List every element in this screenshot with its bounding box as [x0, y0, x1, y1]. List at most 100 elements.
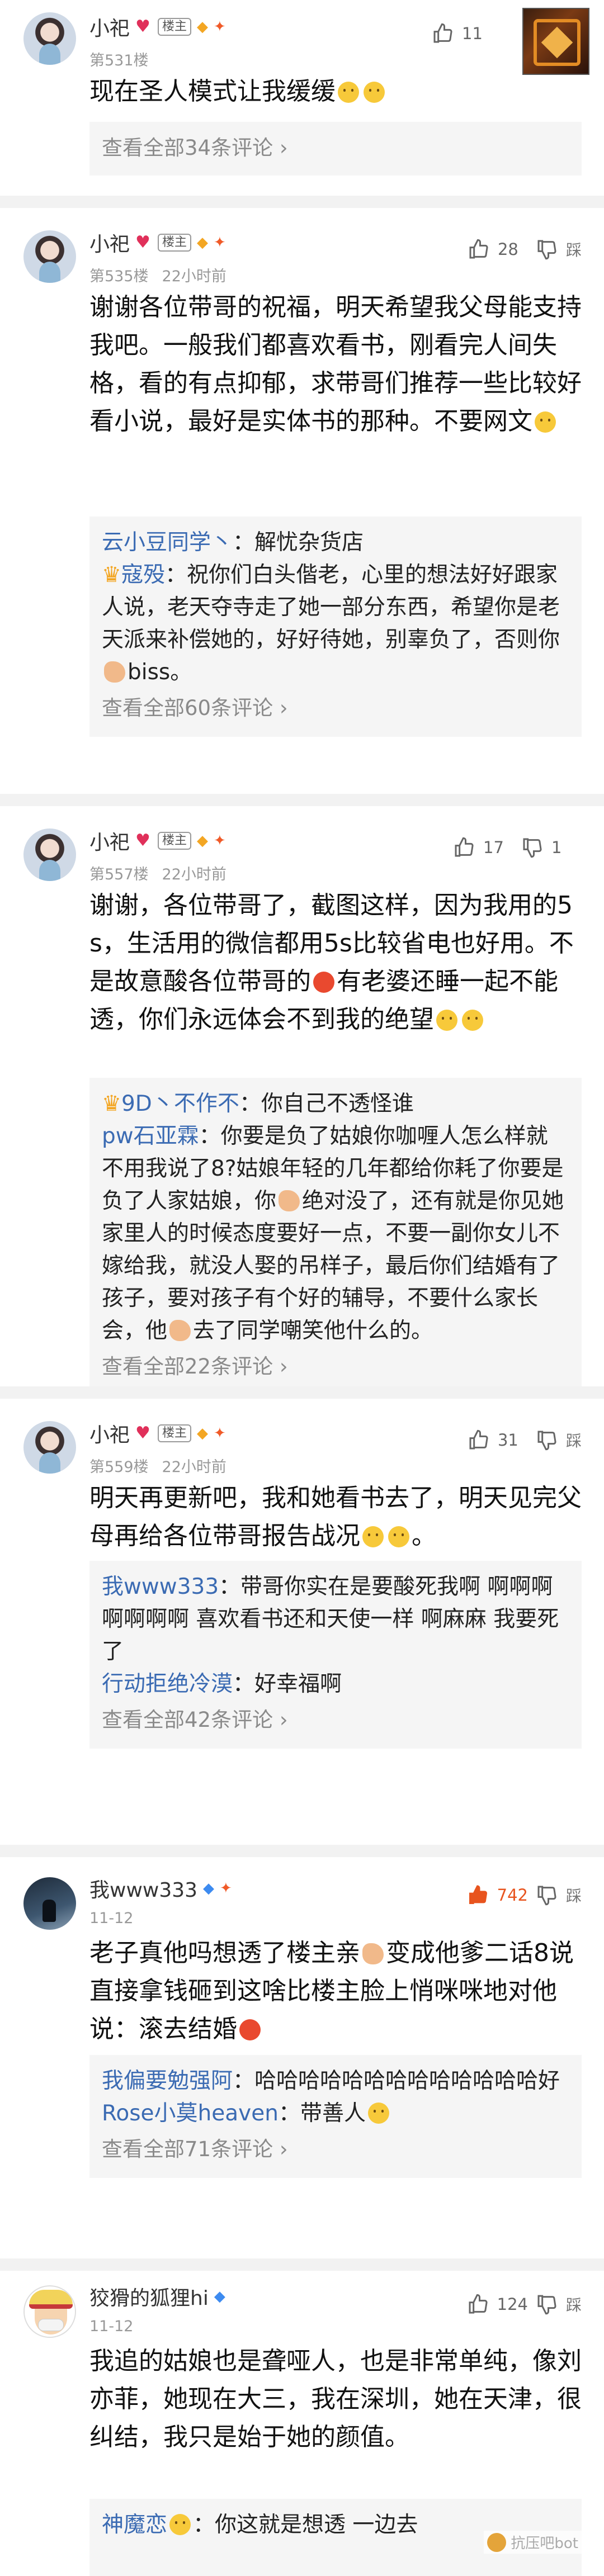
thumbs-up-active-icon[interactable]: [467, 1884, 489, 1906]
dislike-label: 踩: [565, 1887, 582, 1905]
thumbs-up-icon[interactable]: [432, 22, 454, 45]
thumbs-up-icon[interactable]: [468, 1429, 490, 1451]
horse-emoji-icon: [104, 661, 125, 683]
view-all-replies[interactable]: 查看全部34条评论 ›: [89, 122, 582, 176]
reply-item[interactable]: 云小豆同学丶：解忧杂货店: [102, 527, 569, 559]
comment-text: 老子真他吗想透了楼主亲 变成他爹二话8说直接拿钱砸到这啥比楼主脸上悄咪咪地对他说：…: [89, 1939, 574, 2043]
reply-item[interactable]: pw石亚霖：你要是负了姑娘你咖喱人怎么样就不用我说了8?姑娘年轻的几年都给你耗了…: [102, 1120, 569, 1347]
laughing-emoji-icon: [367, 2103, 389, 2124]
flame-icon: ✦: [214, 1425, 226, 1442]
divider: [0, 1386, 604, 1399]
thumbs-up-icon[interactable]: [453, 836, 475, 859]
dislike-label: 踩: [565, 2296, 582, 2314]
view-all-replies[interactable]: 查看全部42条评论 ›: [102, 1703, 569, 1737]
username[interactable]: 小祀: [89, 826, 130, 855]
post-meta: 11-12: [89, 2318, 133, 2335]
post-date: 11-12: [89, 2318, 134, 2335]
thumbs-down-icon[interactable]: [521, 836, 544, 859]
diamond-icon: ◆: [197, 234, 209, 251]
flame-icon: ✦: [214, 234, 226, 251]
view-all-replies[interactable]: 查看全部22条评论 ›: [102, 1349, 569, 1384]
username[interactable]: 小祀: [89, 228, 130, 257]
reply-item[interactable]: ♛寇殁：祝你们白头偕老，心里的想法好好跟家人说，老天夺寺走了她一部分东西，希望你…: [102, 559, 569, 689]
host-badge: 楼主: [158, 18, 192, 36]
post-meta: 第557楼 22小时前: [89, 862, 226, 884]
chevron-right-icon: ›: [273, 1355, 288, 1379]
reply-item[interactable]: 我www333：带哥你实在是要酸死我啊 啊啊啊啊啊啊啊 喜欢看书还和天使一样 啊…: [102, 1571, 569, 1668]
reply-username[interactable]: 行动拒绝冷漠: [102, 1671, 233, 1697]
view-all-replies[interactable]: 查看全部71条评论 ›: [102, 2132, 569, 2167]
floor-number: 第559楼: [89, 1459, 149, 1476]
reply-username[interactable]: 我偏要勉强阿: [102, 2068, 233, 2094]
user-info: 小祀 ♥ 楼主 ◆ ✦: [89, 826, 226, 855]
thumbs-up-icon[interactable]: [468, 238, 490, 261]
confused-emoji-icon: [338, 82, 359, 103]
reply-username[interactable]: pw石亚霖: [102, 1124, 199, 1149]
reply-box: 云小豆同学丶：解忧杂货店 ♛寇殁：祝你们白头偕老，心里的想法好好跟家人说，老天夺…: [89, 517, 582, 737]
crown-icon: ♛: [102, 562, 121, 588]
like-count: 124: [497, 2295, 528, 2314]
view-all-replies[interactable]: 查看全部60条评论 ›: [102, 691, 569, 726]
diamond-icon: ◆: [203, 1880, 215, 1897]
post-time: 22小时前: [162, 1459, 226, 1476]
heart-icon: ♥: [135, 1423, 150, 1443]
game-image-thumbnail[interactable]: [522, 8, 589, 75]
user-info: 我www333 ◆ ✦: [89, 1874, 232, 1903]
reply-username[interactable]: 我www333: [102, 1574, 219, 1599]
flame-icon: ✦: [214, 18, 226, 35]
heart-icon: ♥: [135, 831, 150, 850]
user-avatar[interactable]: [23, 1421, 76, 1474]
reply-username[interactable]: 9D丶不作不: [121, 1091, 239, 1116]
chevron-right-icon: ›: [273, 696, 288, 720]
reply-item[interactable]: 行动拒绝冷漠：好幸福啊: [102, 1668, 569, 1701]
reply-box: 我www333：带哥你实在是要酸死我啊 啊啊啊啊啊啊啊 喜欢看书还和天使一样 啊…: [89, 1561, 582, 1749]
comment-actions: 28 踩: [468, 238, 582, 261]
thumbs-up-icon[interactable]: [467, 2293, 489, 2315]
user-avatar[interactable]: [23, 1877, 76, 1930]
diamond-icon: ◆: [197, 1425, 209, 1442]
chevron-right-icon: ›: [273, 1708, 288, 1732]
horse-emoji-icon: [169, 1320, 191, 1341]
user-avatar[interactable]: [23, 12, 76, 65]
comment-text: 我追的姑娘也是聋哑人，也是非常单纯，像刘亦菲，她现在大三，我在深圳，她在天津，很…: [89, 2347, 582, 2451]
post-meta: 第535楼 22小时前: [89, 264, 226, 286]
user-info: 小祀 ♥ 楼主 ◆ ✦: [89, 12, 226, 41]
like-count: 28: [497, 240, 518, 259]
floor-number: 第531楼: [89, 52, 149, 69]
thumbs-down-icon[interactable]: [536, 2293, 558, 2315]
comment-actions: 742 踩: [467, 1884, 582, 1906]
thumbs-down-icon[interactable]: [536, 238, 558, 261]
confused-emoji-icon: [388, 1526, 409, 1547]
comment-text: 明天再更新吧，我和她看书去了，明天见完父母再给各位带哥报告战况。: [89, 1484, 582, 1550]
like-count: 742: [497, 1886, 528, 1905]
thumbs-down-icon[interactable]: [536, 1884, 558, 1906]
username[interactable]: 我www333: [89, 1874, 197, 1903]
reply-item[interactable]: 我偏要勉强阿：哈哈哈哈哈哈哈哈哈哈哈哈哈好: [102, 2065, 569, 2097]
username[interactable]: 小祀: [89, 1419, 130, 1448]
user-avatar[interactable]: [23, 230, 76, 283]
bot-logo-icon: [487, 2532, 507, 2552]
username[interactable]: 小祀: [89, 12, 130, 41]
reply-username[interactable]: 云小豆同学丶: [102, 530, 233, 555]
comment-actions: 11: [432, 22, 492, 45]
reply-username[interactable]: Rose小莫heaven: [102, 2101, 279, 2126]
user-avatar[interactable]: [23, 2285, 76, 2338]
username[interactable]: 狡猾的狐狸hi: [89, 2282, 209, 2311]
user-info: 狡猾的狐狸hi ◆: [89, 2282, 225, 2311]
thumbs-down-icon[interactable]: [536, 1429, 558, 1451]
flame-icon: ✦: [214, 832, 226, 849]
reply-item[interactable]: Rose小莫heaven：带善人: [102, 2097, 569, 2130]
reply-item[interactable]: ♛9D丶不作不：你自己不透怪谁: [102, 1088, 569, 1120]
reply-username[interactable]: 寇殁: [121, 562, 165, 588]
watermark: 抗压吧bot: [484, 2531, 582, 2554]
user-info: 小祀 ♥ 楼主 ◆ ✦: [89, 1419, 226, 1448]
user-avatar[interactable]: [23, 828, 76, 881]
reply-username[interactable]: 神魔恋: [102, 2512, 167, 2537]
host-badge: 楼主: [158, 234, 192, 252]
crown-icon: ♛: [102, 1091, 121, 1116]
divider: [0, 196, 604, 208]
post-meta: 第531楼: [89, 48, 149, 70]
confused-emoji-icon: [364, 82, 385, 103]
diamond-icon: ◆: [197, 832, 209, 849]
comment-text: 谢谢，各位带哥了，截图这样，因为我用的5s，生活用的微信都用5s比较省电也好用。…: [89, 891, 574, 1034]
